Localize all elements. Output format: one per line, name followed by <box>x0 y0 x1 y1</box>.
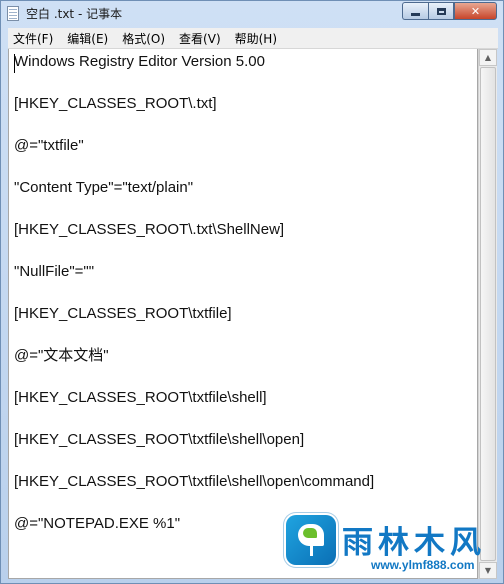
notepad-icon[interactable] <box>7 6 19 21</box>
close-button[interactable]: ✕ <box>454 2 497 20</box>
editor-line: [HKEY_CLASSES_ROOT\.txt\ShellNew] <box>14 221 285 238</box>
minimize-button[interactable] <box>402 2 428 20</box>
watermark-url: www.ylmf888.com <box>371 558 475 572</box>
notepad-window: 空白 .txt - 记事本 ✕ 文件(F) 编辑(E) 格式(O) 查看(V) … <box>0 0 504 584</box>
minimize-icon <box>411 12 420 16</box>
menu-file[interactable]: 文件(F) <box>8 30 62 47</box>
maximize-icon <box>436 7 446 15</box>
window-controls: ✕ <box>402 2 497 20</box>
text-editor[interactable]: Windows Registry Editor Version 5.00 [HK… <box>8 49 478 579</box>
editor-line: [HKEY_CLASSES_ROOT\.txt] <box>14 95 217 112</box>
menu-bar: 文件(F) 编辑(E) 格式(O) 查看(V) 帮助(H) <box>8 28 498 49</box>
editor-line: "Content Type"="text/plain" <box>14 179 194 196</box>
editor-line: [HKEY_CLASSES_ROOT\txtfile\shell] <box>14 389 267 406</box>
menu-help[interactable]: 帮助(H) <box>230 30 286 47</box>
editor-line: [HKEY_CLASSES_ROOT\txtfile\shell\open] <box>14 431 305 448</box>
menu-view[interactable]: 查看(V) <box>174 30 230 47</box>
scroll-down-button[interactable]: ▼ <box>479 562 497 579</box>
window-title: 空白 .txt - 记事本 <box>26 7 123 21</box>
scrollbar-thumb[interactable] <box>480 67 496 561</box>
menu-format[interactable]: 格式(O) <box>117 30 174 47</box>
vertical-scrollbar[interactable]: ▲ ▼ <box>478 49 497 579</box>
editor-line: [HKEY_CLASSES_ROOT\txtfile\shell\open\co… <box>14 473 375 490</box>
title-bar[interactable]: 空白 .txt - 记事本 ✕ <box>1 1 503 27</box>
menu-edit[interactable]: 编辑(E) <box>62 30 117 47</box>
watermark-title: 雨林木风 <box>342 525 486 561</box>
maximize-button[interactable] <box>428 2 454 20</box>
scroll-up-button[interactable]: ▲ <box>479 49 497 66</box>
chevron-up-icon: ▲ <box>484 53 492 62</box>
logo-stem <box>310 543 313 556</box>
editor-line: @="文本文档" <box>14 347 109 364</box>
logo-leaf-inner <box>303 528 317 538</box>
editor-line: @="txtfile" <box>14 137 84 154</box>
editor-line: "NullFile"="" <box>14 263 95 280</box>
close-icon: ✕ <box>470 4 481 18</box>
editor-line: Windows Registry Editor Version 5.00 <box>14 53 265 70</box>
editor-line: [HKEY_CLASSES_ROOT\txtfile] <box>14 305 232 322</box>
ylmf-logo-icon <box>286 515 336 565</box>
editor-line: @="NOTEPAD.EXE %1" <box>14 515 181 532</box>
chevron-down-icon: ▼ <box>484 566 492 575</box>
